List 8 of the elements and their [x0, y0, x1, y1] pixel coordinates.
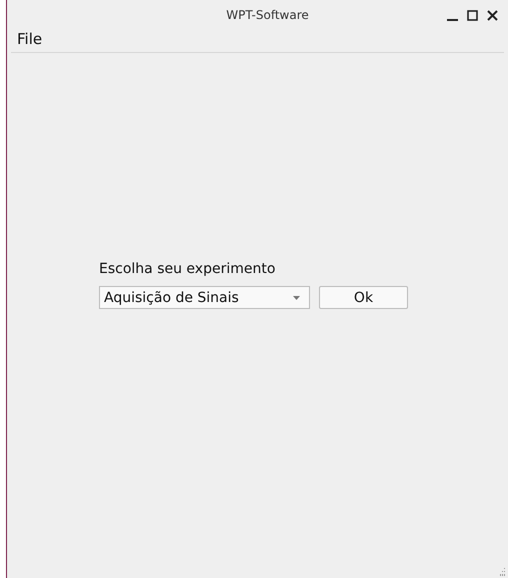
close-icon[interactable] [487, 10, 498, 21]
prompt-label: Escolha seu experimento [99, 261, 276, 277]
maximize-icon[interactable] [467, 10, 478, 21]
ok-button[interactable]: Ok [319, 286, 408, 309]
caret-icon [293, 296, 300, 300]
menu-item[interactable]: File [17, 30, 42, 52]
experiment-dropdown[interactable]: Aquisição de Sinais [99, 286, 310, 309]
window-title: WPT-Software [226, 8, 309, 22]
